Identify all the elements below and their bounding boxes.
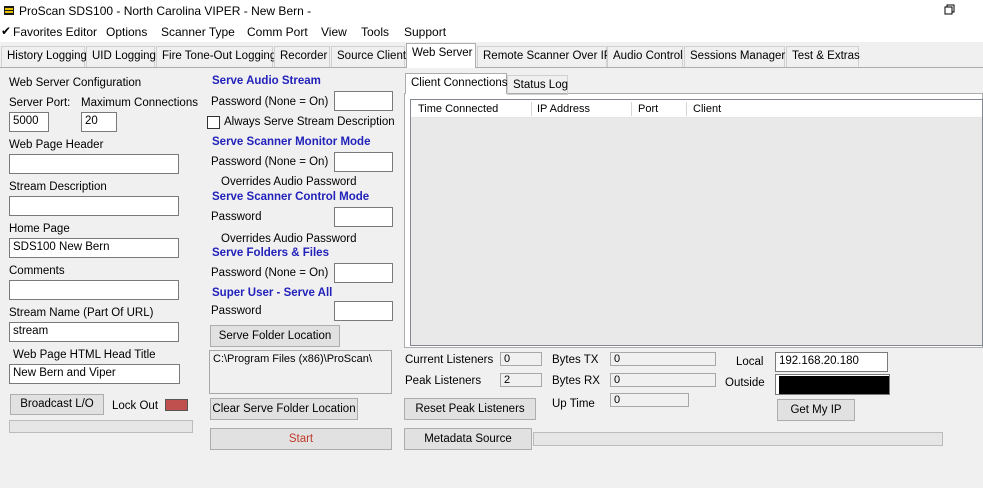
max-connections-input[interactable]: 20 <box>81 112 117 132</box>
folders-password-label: Password (None = On) <box>211 267 329 279</box>
stream-name-label: Stream Name (Part Of URL) <box>9 307 154 319</box>
menu-support[interactable]: Support <box>404 25 446 39</box>
control-password-label: Password <box>211 211 262 223</box>
local-ip-label: Local <box>736 356 764 368</box>
max-connections-label: Maximum Connections <box>81 97 198 109</box>
monitor-password-input[interactable] <box>334 152 393 172</box>
list-header: Time Connected IP Address Port Client <box>411 100 982 118</box>
server-port-label: Server Port: <box>9 97 71 109</box>
tab-remote-scanner[interactable]: Remote Scanner Over IP <box>477 46 611 67</box>
html-title-label: Web Page HTML Head Title <box>13 349 156 361</box>
metadata-progress-bar <box>533 432 943 446</box>
always-serve-label: Always Serve Stream Description <box>224 116 395 128</box>
stream-description-input[interactable] <box>9 196 179 216</box>
home-page-input[interactable]: SDS100 New Bern <box>9 238 179 258</box>
menu-favorites-editor[interactable]: Favorites Editor <box>13 25 97 39</box>
menu-options[interactable]: Options <box>106 25 147 39</box>
start-button[interactable]: Start <box>210 428 392 450</box>
monitor-password-label: Password (None = On) <box>211 156 329 168</box>
tab-source-client[interactable]: Source Client <box>331 46 406 67</box>
app-icon <box>4 6 14 15</box>
control-password-input[interactable] <box>334 207 393 227</box>
col-client[interactable]: Client <box>693 103 721 115</box>
current-listeners-value: 0 <box>500 352 542 366</box>
audio-password-label: Password (None = On) <box>211 96 329 108</box>
tab-test-extras[interactable]: Test & Extras <box>786 46 860 67</box>
col-separator <box>531 102 532 116</box>
bytes-rx-label: Bytes RX <box>552 375 600 387</box>
broadcast-lockout-button[interactable]: Broadcast L/O <box>10 394 104 415</box>
tab-client-connections[interactable]: Client Connections <box>405 73 508 94</box>
tab-audio-control[interactable]: Audio Control <box>607 46 683 67</box>
lockout-label: Lock Out <box>112 400 159 412</box>
tab-fire-tone-out[interactable]: Fire Tone-Out Logging <box>156 46 276 67</box>
tab-status-log[interactable]: Status Log <box>507 75 568 95</box>
monitor-overrides-label: Overrides Audio Password <box>221 176 357 188</box>
title-bar: ProScan SDS100 - North Carolina VIPER - … <box>0 0 983 22</box>
tab-web-server[interactable]: Web Server <box>406 43 476 68</box>
menu-tools[interactable]: Tools <box>361 25 389 39</box>
serve-control-heading: Serve Scanner Control Mode <box>212 191 370 203</box>
control-overrides-label: Overrides Audio Password <box>221 233 357 245</box>
uptime-label: Up Time <box>552 398 595 410</box>
bytes-tx-label: Bytes TX <box>552 354 599 366</box>
clear-serve-folder-button[interactable]: Clear Serve Folder Location <box>210 398 358 420</box>
web-server-config-heading: Web Server Configuration <box>9 77 142 89</box>
menu-view[interactable]: View <box>321 25 347 39</box>
favorites-check-icon: ✔ <box>1 24 12 38</box>
home-page-label: Home Page <box>9 223 70 235</box>
serve-folder-location-button[interactable]: Serve Folder Location <box>210 325 340 347</box>
comments-label: Comments <box>9 265 65 277</box>
web-page-header-label: Web Page Header <box>9 139 104 151</box>
lockout-indicator[interactable] <box>165 399 188 411</box>
col-time-connected[interactable]: Time Connected <box>418 103 498 115</box>
current-listeners-label: Current Listeners <box>405 354 494 366</box>
serve-audio-heading: Serve Audio Stream <box>212 75 321 87</box>
tab-sessions-manager[interactable]: Sessions Manager <box>684 46 785 67</box>
bytes-rx-value: 0 <box>610 373 716 387</box>
super-user-password-input[interactable] <box>334 301 393 321</box>
audio-password-input[interactable] <box>334 91 393 111</box>
window-title: ProScan SDS100 - North Carolina VIPER - … <box>19 4 312 18</box>
redaction-block <box>779 376 889 394</box>
col-separator <box>686 102 687 116</box>
web-page-header-input[interactable] <box>9 154 179 174</box>
folder-path-box[interactable]: C:\Program Files (x86)\ProScan\ <box>209 350 392 394</box>
col-port[interactable]: Port <box>638 103 658 115</box>
menu-comm-port[interactable]: Comm Port <box>247 25 308 39</box>
get-my-ip-button[interactable]: Get My IP <box>777 399 855 421</box>
serve-folders-heading: Serve Folders & Files <box>212 247 329 259</box>
restore-window-icon[interactable] <box>942 2 958 18</box>
super-user-password-label: Password <box>211 305 262 317</box>
tab-recorder[interactable]: Recorder <box>274 46 330 67</box>
server-port-input[interactable]: 5000 <box>9 112 49 132</box>
reset-peak-listeners-button[interactable]: Reset Peak Listeners <box>404 398 536 420</box>
always-serve-checkbox[interactable] <box>207 116 220 129</box>
outside-ip-field[interactable] <box>775 374 890 395</box>
tab-history-logging[interactable]: History Logging <box>1 46 87 67</box>
client-connections-list[interactable]: Time Connected IP Address Port Client <box>410 99 983 346</box>
html-title-input[interactable]: New Bern and Viper <box>9 364 180 384</box>
menu-bar: ✔ Favorites Editor Options Scanner Type … <box>0 22 983 42</box>
stream-name-input[interactable]: stream <box>9 322 179 342</box>
peak-listeners-label: Peak Listeners <box>405 375 482 387</box>
metadata-source-button[interactable]: Metadata Source <box>404 428 532 450</box>
folders-password-input[interactable] <box>334 263 393 283</box>
col-separator <box>631 102 632 116</box>
uptime-value: 0 <box>610 393 689 407</box>
left-progress-bar <box>9 420 193 433</box>
serve-monitor-heading: Serve Scanner Monitor Mode <box>212 136 371 148</box>
bytes-tx-value: 0 <box>610 352 716 366</box>
tab-uid-logging[interactable]: UID Logging <box>86 46 156 67</box>
peak-listeners-value: 2 <box>500 373 542 387</box>
comments-input[interactable] <box>9 280 179 300</box>
stream-description-label: Stream Description <box>9 181 107 193</box>
super-user-heading: Super User - Serve All <box>212 287 333 299</box>
outside-ip-label: Outside <box>725 377 765 389</box>
col-ip-address[interactable]: IP Address <box>537 103 590 115</box>
menu-scanner-type[interactable]: Scanner Type <box>161 25 235 39</box>
local-ip-field[interactable]: 192.168.20.180 <box>775 352 888 372</box>
